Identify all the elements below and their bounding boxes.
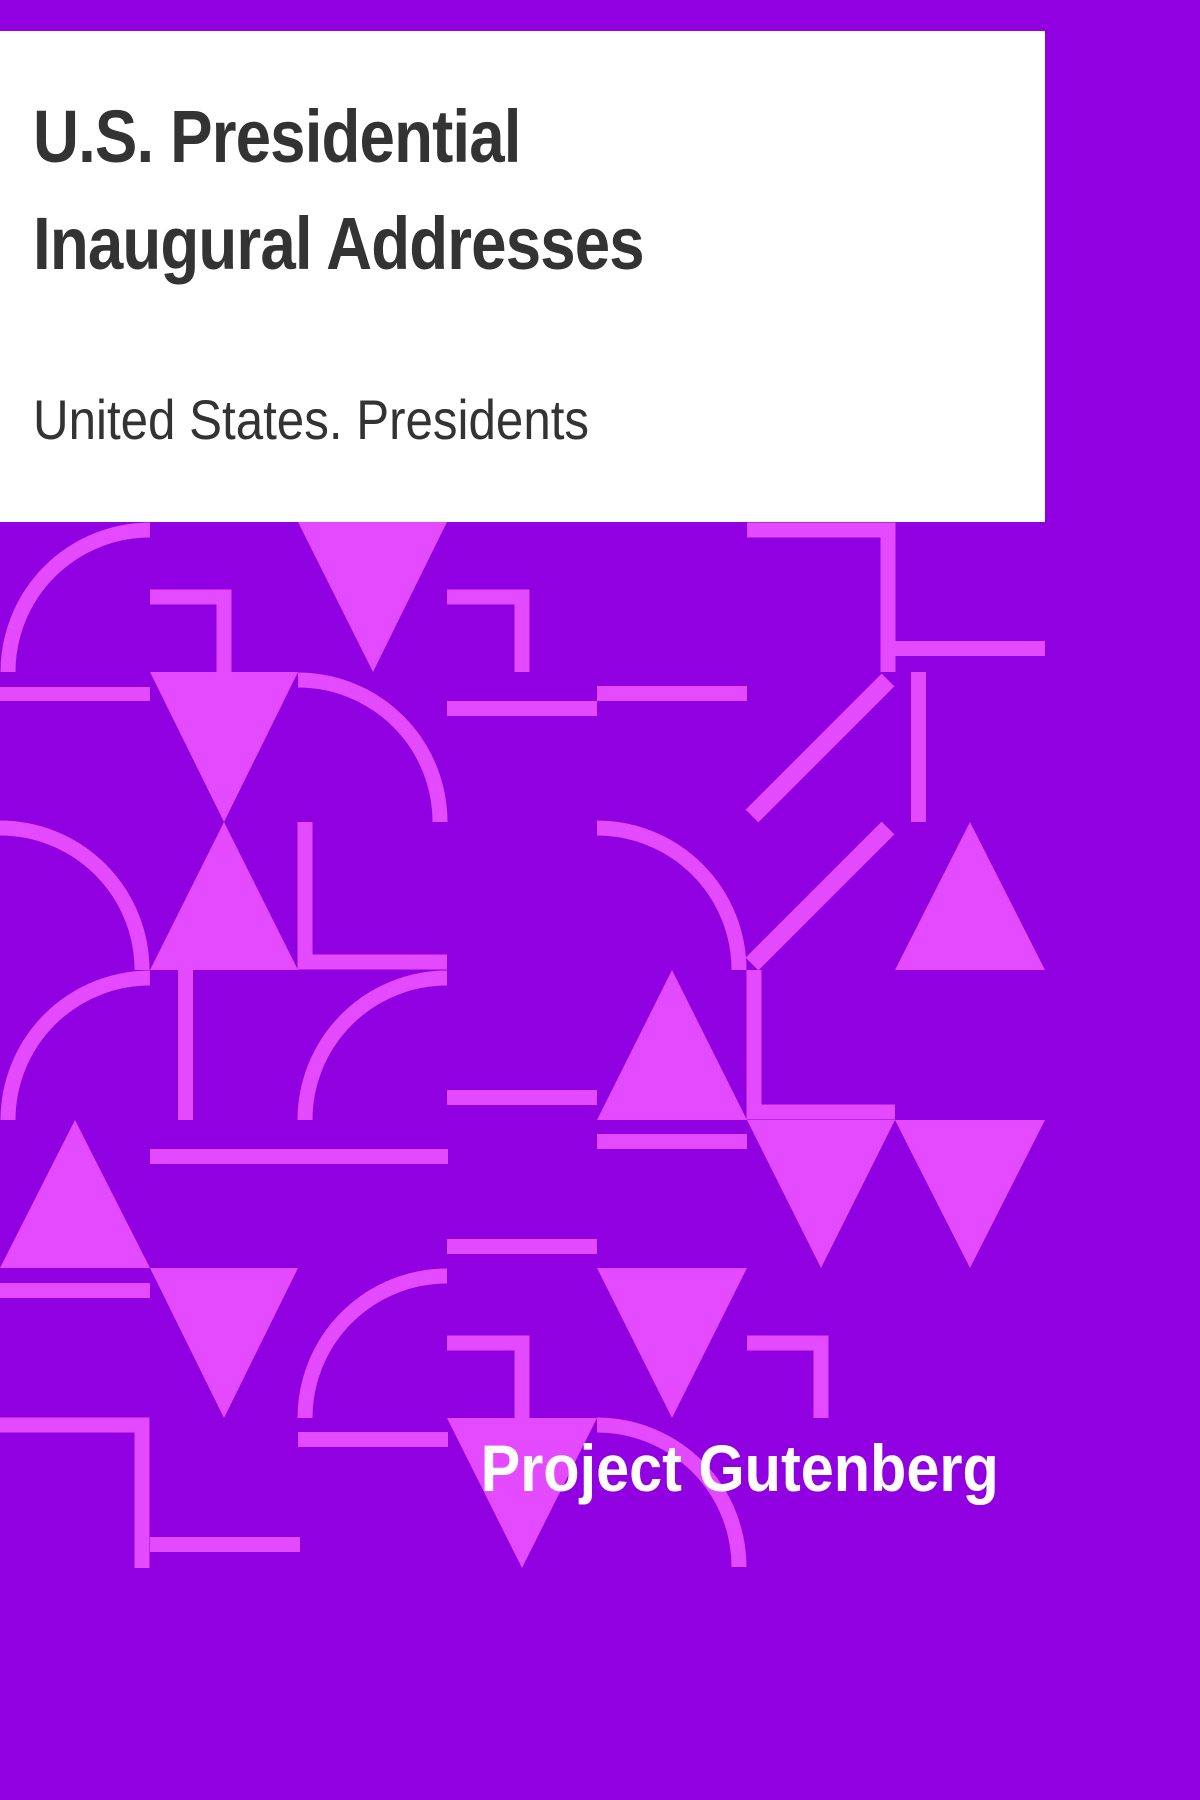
pattern-triangle	[895, 1120, 1045, 1268]
pattern-bracket	[297, 822, 447, 970]
pattern-arc	[0, 522, 151, 673]
pattern-diagonal	[745, 673, 895, 823]
pattern-bar	[178, 970, 193, 1120]
pattern-bar	[447, 1090, 597, 1105]
pattern-bracket	[0, 1417, 150, 1568]
pattern-bar	[895, 641, 1045, 656]
pattern-bar	[298, 1432, 448, 1447]
pattern-triangle	[298, 522, 447, 672]
pattern-diagonal	[745, 821, 895, 971]
pattern-triangle	[150, 1268, 298, 1418]
pattern-bar	[150, 1149, 448, 1164]
pattern-bracket	[746, 970, 895, 1120]
pattern-bar	[447, 1239, 597, 1254]
book-cover: U.S. Presidential Inaugural Addresses Un…	[0, 0, 1045, 1568]
pattern-triangle	[150, 822, 298, 970]
pattern-triangle	[150, 672, 298, 822]
pattern-arc	[297, 672, 448, 823]
top-band	[0, 0, 1045, 31]
pattern-bracket	[747, 1335, 829, 1418]
pattern-bar	[447, 701, 597, 716]
pattern-arc	[0, 820, 150, 971]
pattern-arc	[596, 820, 747, 971]
pattern-bar	[150, 1537, 300, 1552]
pattern-triangle	[895, 822, 1045, 970]
pattern-arc	[297, 970, 448, 1121]
title-panel: U.S. Presidential Inaugural Addresses Un…	[0, 31, 1045, 522]
pattern-bracket	[150, 589, 232, 672]
publisher-name: Project Gutenberg	[480, 1431, 999, 1505]
pattern-bracket	[747, 522, 896, 672]
pattern-bar	[911, 672, 926, 822]
pattern-bracket	[447, 589, 530, 672]
book-author: United States. Presidents	[33, 388, 590, 451]
pattern-bar	[597, 686, 747, 701]
pattern-triangle	[747, 1120, 895, 1268]
pattern-arc	[0, 970, 151, 1121]
book-title: U.S. Presidential Inaugural Addresses	[33, 95, 645, 285]
geometric-pattern	[0, 522, 1045, 1568]
pattern-bar	[0, 687, 150, 701]
pattern-bar	[0, 1283, 150, 1298]
pattern-triangle	[597, 970, 747, 1120]
pattern-triangle	[597, 1268, 747, 1418]
pattern-bar	[597, 1134, 747, 1149]
pattern-arc	[297, 1268, 448, 1419]
pattern-triangle	[0, 1120, 150, 1268]
pattern-bracket	[447, 1335, 530, 1418]
